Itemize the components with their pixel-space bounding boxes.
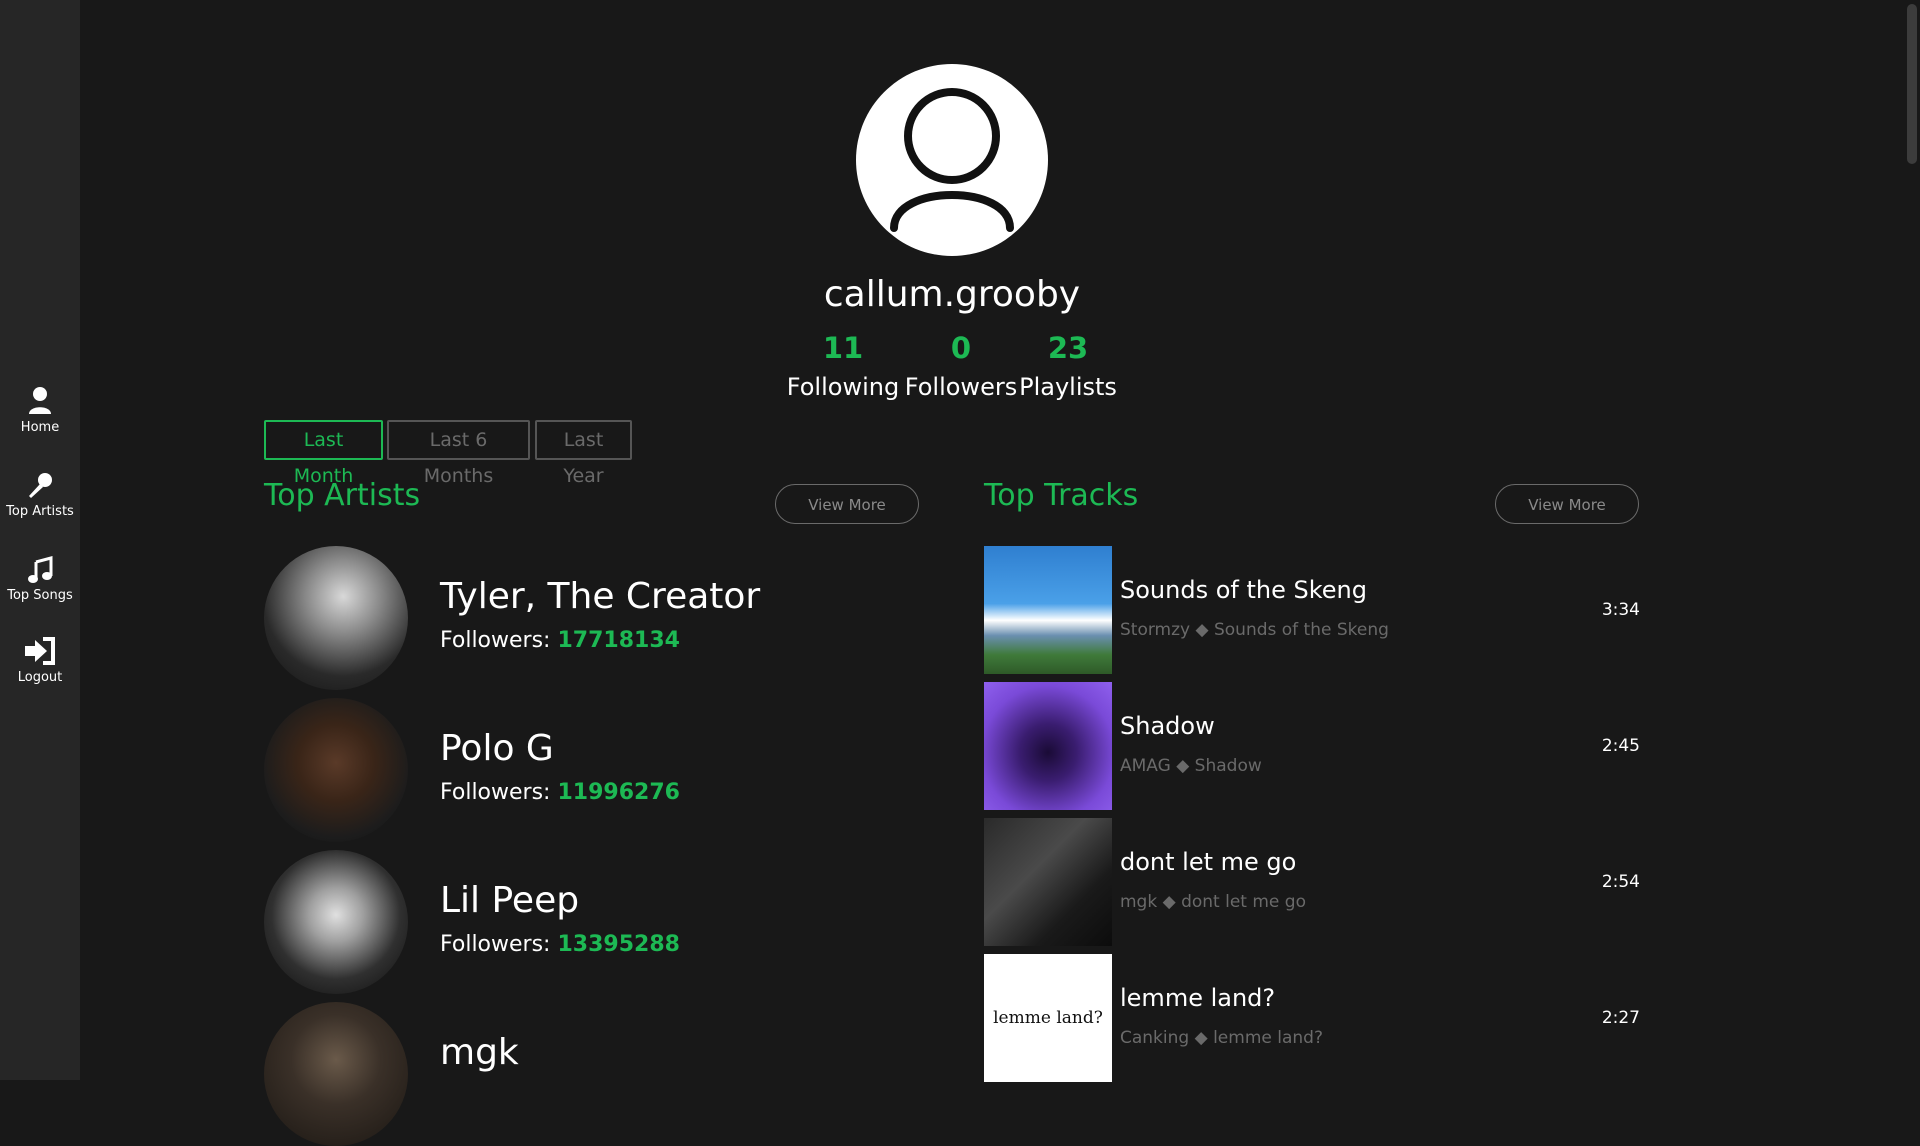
sign-out-icon [25,637,55,665]
profile-avatar [856,64,1048,256]
artist-image [264,1002,408,1146]
track-cover [984,546,1112,674]
artist-name: Lil Peep [440,880,580,921]
artist-image [264,850,408,994]
track-cover: lemme land? [984,954,1112,1082]
sidebar-item-top-artists[interactable]: Top Artists [0,472,80,519]
followers-count: 11996276 [557,780,680,805]
microphone-icon [29,473,52,498]
track-meta: mgk ◆ dont let me go [1120,892,1306,912]
stat-value: 11 [822,331,864,365]
sidebar-item-label: Top Artists [6,504,74,519]
track-item[interactable]: Shadow AMAG ◆ Shadow 2:45 [984,682,1640,810]
track-title: Shadow [1120,712,1215,740]
track-title: dont let me go [1120,848,1297,876]
track-meta: AMAG ◆ Shadow [1120,756,1262,776]
sidebar-item-label: Logout [17,670,63,685]
track-meta: Stormzy ◆ Sounds of the Skeng [1120,620,1389,640]
artist-name: Tyler, The Creator [440,576,761,617]
track-item[interactable]: dont let me go mgk ◆ dont let me go 2:54 [984,818,1640,946]
followers-label: Followers: [440,932,551,957]
artist-name: mgk [440,1032,519,1073]
stat-following: 11 Following [778,328,908,405]
artist-image [264,546,408,690]
username: callum.grooby [823,274,1081,315]
sidebar: Home Top Artists Top Songs Logout [0,0,80,1080]
scrollbar[interactable] [1904,0,1920,1080]
stat-playlists: 23 Playlists [1003,328,1133,405]
followers-label: Followers: [440,628,551,653]
track-cover [984,682,1112,810]
track-duration: 2:27 [1601,1008,1640,1028]
tracks-view-more-button[interactable]: View More [1495,484,1639,524]
top-tracks-title: Top Tracks [984,478,1139,513]
track-duration: 2:54 [1601,872,1640,892]
sidebar-item-top-songs[interactable]: Top Songs [0,556,80,603]
sidebar-item-label: Top Songs [7,588,73,603]
artist-item[interactable]: Tyler, The Creator Followers: 17718134 [264,546,884,690]
followers-label: Followers: [440,780,551,805]
track-meta: Canking ◆ lemme land? [1120,1028,1323,1048]
stat-value: 23 [1047,331,1089,365]
artist-followers: Followers: 17718134 [440,628,680,653]
stat-label: Playlists [1019,373,1117,401]
user-icon [29,387,51,414]
range-last-year-button[interactable]: Last Year [535,420,632,487]
track-cover [984,818,1112,946]
user-outline-icon [890,88,1014,232]
stat-label: Following [786,373,900,401]
artist-item[interactable]: mgk [264,1002,884,1146]
scrollbar-thumb[interactable] [1907,4,1917,164]
track-duration: 3:34 [1601,600,1640,620]
artists-view-more-button[interactable]: View More [775,484,919,524]
track-duration: 2:45 [1601,736,1640,756]
track-title: Sounds of the Skeng [1120,576,1367,604]
sidebar-item-logout[interactable]: Logout [0,636,80,685]
top-artists-title: Top Artists [264,478,421,513]
artist-image [264,698,408,842]
range-last-6-months-button[interactable]: Last 6 Months [387,420,530,487]
artist-name: Polo G [440,728,554,769]
sidebar-item-home[interactable]: Home [0,386,80,435]
artist-followers: Followers: 13395288 [440,932,680,957]
track-item[interactable]: Sounds of the Skeng Stormzy ◆ Sounds of … [984,546,1640,674]
sidebar-item-label: Home [20,420,60,435]
artist-item[interactable]: Polo G Followers: 11996276 [264,698,884,842]
track-title: lemme land? [1120,984,1276,1012]
music-note-icon [28,556,53,583]
followers-count: 17718134 [557,628,680,653]
artist-item[interactable]: Lil Peep Followers: 13395288 [264,850,884,994]
followers-count: 13395288 [557,932,680,957]
range-last-month-button[interactable]: Last Month [264,420,383,487]
artist-followers: Followers: 11996276 [440,780,680,805]
track-item[interactable]: lemme land? lemme land? Canking ◆ lemme … [984,954,1640,1082]
